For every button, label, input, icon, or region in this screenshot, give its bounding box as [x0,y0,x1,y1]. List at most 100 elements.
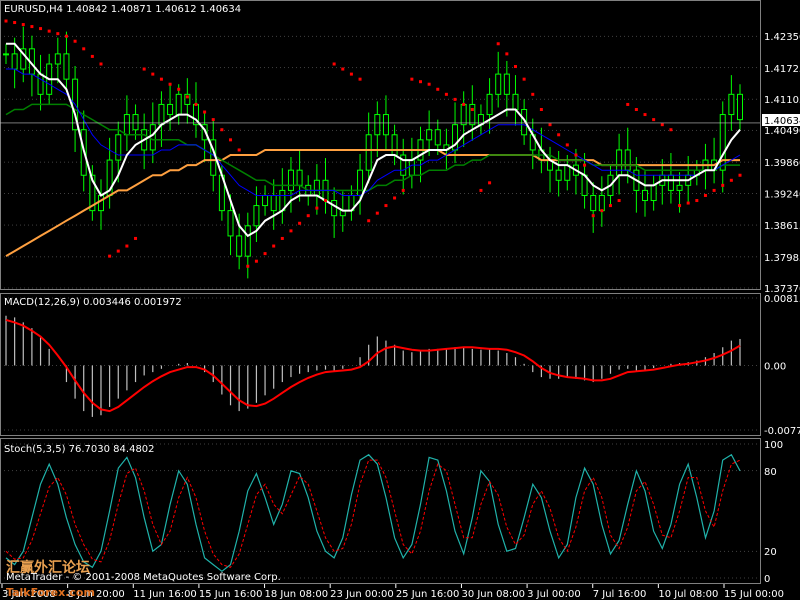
x-tick-label: 25 Jun 16:00 [396,589,460,600]
psar-dot [21,23,25,27]
candle-body [132,114,139,131]
x-tick-label: 18 Jun 08:00 [265,589,329,600]
candle-body [391,134,398,156]
psar-dot [56,32,60,36]
psar-dot [738,173,742,177]
psar-dot [686,201,690,205]
candle-body [408,159,415,176]
psar-dot [513,65,517,69]
psar-dot [479,188,483,192]
psar-dot [470,108,474,112]
psar-dot [159,77,163,81]
stoch-tick-label: 80 [764,467,777,478]
candle-body [512,93,519,111]
psar-dot [289,229,293,233]
psar-dot [634,108,638,112]
x-tick-label: 3 Jul 00:00 [527,589,581,600]
psar-dot [272,244,276,248]
psar-dot [246,264,250,268]
candle-body [555,169,562,181]
psar-dot [315,206,319,210]
psar-dot [617,199,621,203]
candle-body [624,149,631,171]
psar-dot [47,29,51,33]
psar-dot [652,118,656,122]
candle-body [365,134,372,171]
price-tick-label: 1.41105 [764,95,800,106]
psar-dot [203,110,207,114]
psar-dot [64,34,68,38]
candle-body [253,205,260,227]
psar-dot [626,102,630,106]
stoch-tick-label: 0 [764,574,770,585]
psar-dot [712,188,716,192]
psar-dot [695,199,699,203]
price-tick-label: 1.41725 [764,64,800,75]
psar-dot [237,148,241,152]
psar-dot [583,163,587,167]
candle-body [616,149,623,176]
psar-dot [332,62,336,66]
candle-body [667,174,674,191]
psar-dot [557,133,561,137]
candle-body [287,169,294,191]
psar-dot [324,199,328,203]
psar-dot [125,244,129,248]
psar-dot [488,181,492,185]
psar-dot [263,252,267,256]
x-tick-label: 30 Jun 08:00 [461,589,525,600]
candle-body [270,194,277,212]
psar-dot [678,204,682,208]
psar-dot [496,42,500,46]
candle-body [175,93,182,116]
psar-dot [229,138,233,142]
psar-dot [151,72,155,76]
price-tick-label: 1.40490 [764,126,800,137]
candle-body [642,189,649,202]
candle-body [598,194,605,212]
psar-dot [505,52,509,56]
psar-dot [643,113,647,117]
candle-body [434,129,441,146]
candle-body [3,53,9,56]
candle-body [97,194,104,212]
watermark-url: TalkForex.com [6,586,95,599]
candle-body [564,164,571,181]
psar-dot [349,72,353,76]
x-tick-label: 7 Jul 16:00 [593,589,647,600]
psar-dot [4,19,8,23]
psar-dot [90,54,94,58]
macd-tick-label: 0.00 [764,361,786,372]
candle-body [357,169,364,196]
x-tick-label: 15 Jun 16:00 [199,589,263,600]
psar-dot [168,82,172,86]
psar-dot [660,123,664,127]
psar-dot [30,25,34,29]
psar-dot [134,236,138,240]
psar-dot [254,259,258,263]
candle-body [737,93,743,121]
candle-body [296,169,303,186]
psar-dot [401,188,405,192]
macd-tick-label: -0.00778 [764,426,800,437]
candle-body [469,103,476,126]
price-tick-label: 1.38615 [764,221,800,232]
candle-body [590,194,597,212]
x-tick-label: 15 Jul 00:00 [724,589,784,600]
psar-dot [375,211,379,215]
psar-dot [608,204,612,208]
psar-dot [669,128,673,132]
candle-body [115,134,122,161]
psar-dot [82,47,86,51]
candle-body [331,200,338,217]
candle-body [262,194,269,207]
psar-dot [384,204,388,208]
psar-dot [116,249,120,253]
price-pane-header: EURUSD,H4 1.40842 1.40871 1.40612 1.4063… [4,4,241,15]
psar-dot [462,102,466,106]
candle-body [123,114,130,136]
psar-dot [522,77,526,81]
psar-dot [177,87,181,91]
candle-body [382,114,389,136]
psar-dot [280,236,284,240]
